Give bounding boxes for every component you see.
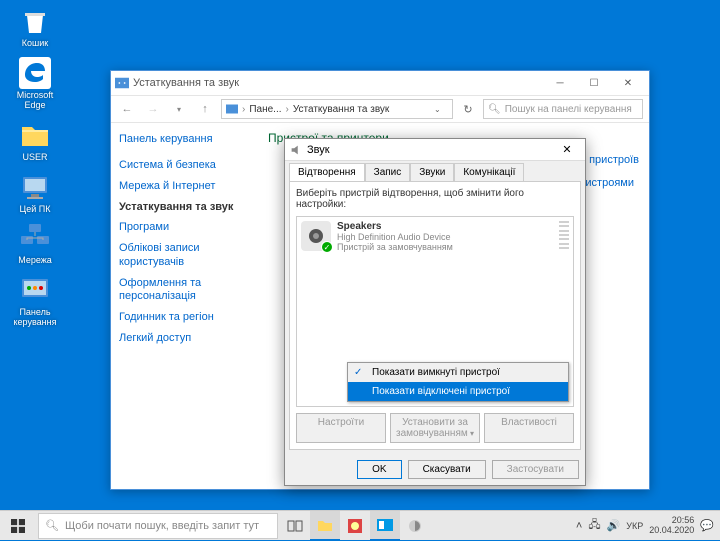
folder-icon [317, 518, 333, 532]
sound-title: Звук [307, 144, 553, 156]
system-tray: ˄ 🖧 🔊 УКР 20:56 20.04.2020 💬 [570, 516, 720, 536]
check-icon: ✓ [354, 367, 362, 378]
maximize-button[interactable]: ☐ [577, 73, 611, 93]
sidebar-item-network[interactable]: Мережа й Інтернет [119, 180, 248, 194]
windows-icon [11, 519, 25, 533]
sidebar-item-ease-access[interactable]: Легкий доступ [119, 332, 248, 346]
control-panel-search[interactable]: 🔍︎ Пошук на панелі керування [483, 99, 643, 119]
recycle-bin-icon [19, 5, 51, 37]
apply-button[interactable]: Застосувати [492, 460, 579, 479]
tab-communications[interactable]: Комунікації [454, 163, 524, 181]
ctx-show-disconnected[interactable]: Показати відключені пристрої [348, 382, 568, 401]
desktop-icon-recycle-bin[interactable]: Кошик [5, 5, 65, 49]
up-button[interactable]: ↑ [195, 99, 215, 119]
ok-button[interactable]: OK [357, 460, 401, 479]
control-panel-titlebar: Устаткування та звук ─ ☐ ✕ [111, 71, 649, 95]
speaker-icon [289, 143, 303, 157]
desktop-icon-network[interactable]: Мережа [5, 222, 65, 266]
tray-chevron-up-icon[interactable]: ˄ [576, 520, 582, 532]
sound-footer: OK Скасувати Застосувати [285, 454, 585, 485]
device-description: High Definition Audio Device [337, 232, 553, 242]
playback-device-list[interactable]: ✓ Speakers High Definition Audio Device … [296, 216, 574, 407]
breadcrumb[interactable]: › Пане... › Устаткування та звук ⌄ [221, 99, 453, 119]
sidebar-item-appearance[interactable]: Оформлення та персоналізація [119, 277, 248, 305]
sound-close-button[interactable]: ✕ [553, 141, 581, 159]
set-default-button[interactable]: Установити за замовчуванням [390, 413, 480, 443]
taskbar-app-explorer[interactable] [310, 511, 340, 541]
control-panel-small-icon [115, 76, 129, 90]
taskbar-app-3[interactable] [400, 511, 430, 541]
desktop-icon-this-pc[interactable]: Цей ПК [5, 171, 65, 215]
edge-icon [19, 57, 51, 89]
breadcrumb-icon [226, 103, 238, 115]
folder-icon [19, 119, 51, 151]
control-panel-toolbar: ← → ▾ ↑ › Пане... › Устаткування та звук… [111, 95, 649, 123]
tab-recording[interactable]: Запис [365, 163, 411, 181]
device-speaker-icon: ✓ [301, 221, 331, 251]
taskbar-app-2[interactable] [370, 511, 400, 541]
control-panel-icon [19, 274, 51, 306]
forward-button[interactable]: → [143, 99, 163, 119]
network-icon [19, 222, 51, 254]
sidebar-item-system[interactable]: Система й безпека [119, 159, 248, 173]
tray-clock[interactable]: 20:56 20.04.2020 [649, 516, 694, 536]
tab-playback[interactable]: Відтворення [289, 163, 365, 181]
tray-notifications-icon[interactable]: 💬 [700, 519, 714, 532]
computer-icon [19, 171, 51, 203]
tray-language[interactable]: УКР [626, 521, 643, 531]
configure-button[interactable]: Настроїти [296, 413, 386, 443]
refresh-button[interactable]: ↻ [459, 100, 477, 118]
search-icon: 🔍︎ [45, 519, 59, 532]
control-panel-title: Устаткування та звук [133, 77, 543, 89]
sound-tab-panel: Виберіть пристрій відтворення, щоб зміни… [289, 181, 581, 450]
desktop-icon-edge[interactable]: Microsoft Edge [5, 57, 65, 111]
task-view-button[interactable] [280, 511, 310, 541]
device-name: Speakers [337, 221, 553, 232]
control-panel-home-link[interactable]: Панель керування [119, 133, 248, 145]
sidebar-item-accounts[interactable]: Облікові записи користувачів [119, 242, 248, 270]
tab-sounds[interactable]: Звуки [410, 163, 454, 181]
start-button[interactable] [0, 511, 36, 541]
close-button[interactable]: ✕ [611, 73, 645, 93]
sound-titlebar: Звук ✕ [285, 139, 585, 161]
tray-volume-icon[interactable]: 🔊 [607, 519, 621, 532]
default-check-icon: ✓ [321, 241, 333, 253]
control-panel-sidebar: Панель керування Система й безпека Мереж… [111, 123, 256, 489]
back-button[interactable]: ← [117, 99, 137, 119]
sound-tabs: Відтворення Запис Звуки Комунікації [285, 161, 585, 181]
device-status: Пристрій за замовчуванням [337, 242, 553, 252]
cancel-button[interactable]: Скасувати [408, 460, 486, 479]
history-dropdown[interactable]: ▾ [169, 99, 189, 119]
minimize-button[interactable]: ─ [543, 73, 577, 93]
sound-dialog: Звук ✕ Відтворення Запис Звуки Комунікац… [284, 138, 586, 486]
sound-instruction: Виберіть пристрій відтворення, щоб зміни… [296, 188, 574, 210]
sidebar-item-programs[interactable]: Програми [119, 221, 248, 235]
device-level-meter [559, 221, 569, 249]
desktop-icon-user[interactable]: USER [5, 119, 65, 163]
context-menu: ✓ Показати вимкнуті пристрої Показати ві… [347, 362, 569, 402]
search-icon: 🔍︎ [488, 104, 501, 115]
taskbar-app-1[interactable] [340, 511, 370, 541]
properties-button[interactable]: Властивості [484, 413, 574, 443]
taskbar: 🔍︎ Щоби почати пошук, введіть запит тут … [0, 510, 720, 540]
device-item[interactable]: ✓ Speakers High Definition Audio Device … [297, 217, 573, 256]
desktop-icon-control-panel[interactable]: Панель керування [5, 274, 65, 328]
tray-network-icon[interactable]: 🖧 [588, 516, 600, 535]
breadcrumb-dropdown[interactable]: ⌄ [434, 105, 448, 114]
taskbar-search[interactable]: 🔍︎ Щоби почати пошук, введіть запит тут [38, 513, 278, 539]
ctx-show-disabled[interactable]: ✓ Показати вимкнуті пристрої [348, 363, 568, 382]
sidebar-item-hardware-sound[interactable]: Устаткування та звук [119, 201, 248, 215]
sidebar-item-clock-region[interactable]: Годинник та регіон [119, 311, 248, 325]
